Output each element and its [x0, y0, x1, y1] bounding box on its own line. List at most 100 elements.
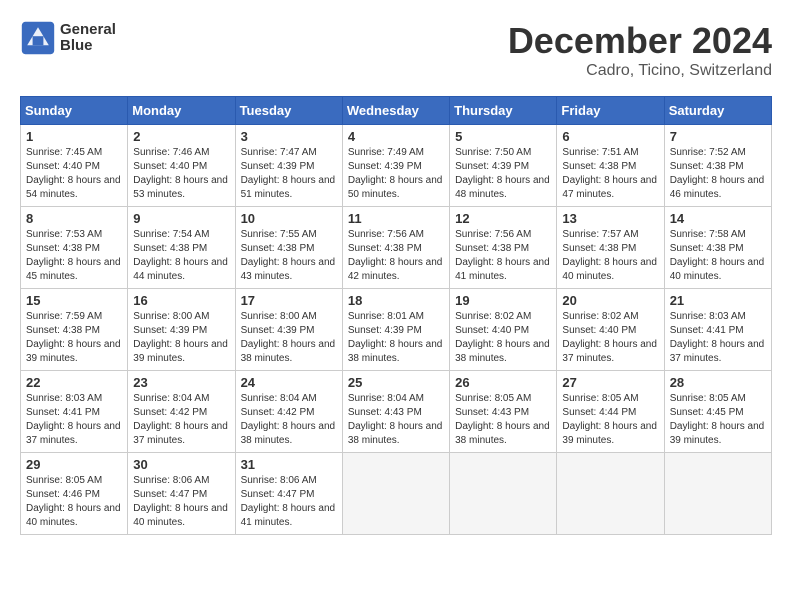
day-number: 15	[26, 293, 122, 308]
cell-info: Sunrise: 7:58 AMSunset: 4:38 PMDaylight:…	[670, 229, 765, 282]
calendar-cell: 16Sunrise: 8:00 AMSunset: 4:39 PMDayligh…	[128, 289, 235, 371]
calendar-cell: 14Sunrise: 7:58 AMSunset: 4:38 PMDayligh…	[664, 207, 771, 289]
day-number: 11	[348, 211, 444, 226]
calendar-cell: 24Sunrise: 8:04 AMSunset: 4:42 PMDayligh…	[235, 371, 342, 453]
day-number: 12	[455, 211, 551, 226]
cell-info: Sunrise: 8:04 AMSunset: 4:43 PMDaylight:…	[348, 393, 443, 446]
cell-info: Sunrise: 7:52 AMSunset: 4:38 PMDaylight:…	[670, 147, 765, 200]
day-number: 26	[455, 375, 551, 390]
cell-info: Sunrise: 7:47 AMSunset: 4:39 PMDaylight:…	[241, 147, 336, 200]
cell-info: Sunrise: 8:06 AMSunset: 4:47 PMDaylight:…	[241, 475, 336, 528]
calendar-cell: 12 Sunrise: 7:56 AMSunset: 4:38 PMDayligh…	[450, 207, 557, 289]
calendar-cell: 8 Sunrise: 7:53 AMSunset: 4:38 PMDaylight…	[21, 207, 128, 289]
day-number: 16	[133, 293, 229, 308]
title-block: December 2024 Cadro, Ticino, Switzerland	[508, 20, 772, 80]
day-number: 5	[455, 129, 551, 144]
calendar-cell: 11 Sunrise: 7:56 AMSunset: 4:38 PMDayligh…	[342, 207, 449, 289]
col-header-wednesday: Wednesday	[342, 97, 449, 125]
cell-info: Sunrise: 7:50 AMSunset: 4:39 PMDaylight:…	[455, 147, 550, 200]
calendar-cell: 10Sunrise: 7:55 AMSunset: 4:38 PMDayligh…	[235, 207, 342, 289]
cell-info: Sunrise: 8:05 AMSunset: 4:46 PMDaylight:…	[26, 475, 121, 528]
day-number: 7	[670, 129, 766, 144]
day-number: 13	[562, 211, 658, 226]
day-number: 20	[562, 293, 658, 308]
col-header-monday: Monday	[128, 97, 235, 125]
calendar-cell: 20 Sunrise: 8:02 AMSunset: 4:40 PMDayligh…	[557, 289, 664, 371]
cell-info: Sunrise: 8:01 AMSunset: 4:39 PMDaylight:…	[348, 311, 443, 364]
cell-info: Sunrise: 8:02 AMSunset: 4:40 PMDaylight:…	[455, 311, 550, 364]
cell-info: Sunrise: 8:03 AMSunset: 4:41 PMDaylight:…	[670, 311, 765, 364]
calendar-cell: 29 Sunrise: 8:05 AMSunset: 4:46 PMDayligh…	[21, 453, 128, 535]
calendar-cell: 1 Sunrise: 7:45 AMSunset: 4:40 PMDaylight…	[21, 125, 128, 207]
cell-info: Sunrise: 8:03 AMSunset: 4:41 PMDaylight:…	[26, 393, 121, 446]
day-number: 6	[562, 129, 658, 144]
cell-info: Sunrise: 8:06 AMSunset: 4:47 PMDaylight:…	[133, 475, 228, 528]
calendar-cell: 26 Sunrise: 8:05 AMSunset: 4:43 PMDayligh…	[450, 371, 557, 453]
calendar-cell	[664, 453, 771, 535]
calendar-cell: 30 Sunrise: 8:06 AMSunset: 4:47 PMDayligh…	[128, 453, 235, 535]
day-number: 23	[133, 375, 229, 390]
location-title: Cadro, Ticino, Switzerland	[508, 62, 772, 80]
day-number: 4	[348, 129, 444, 144]
cell-info: Sunrise: 7:49 AMSunset: 4:39 PMDaylight:…	[348, 147, 443, 200]
calendar-cell: 2 Sunrise: 7:46 AMSunset: 4:40 PMDaylight…	[128, 125, 235, 207]
col-header-thursday: Thursday	[450, 97, 557, 125]
calendar-cell: 13 Sunrise: 7:57 AMSunset: 4:38 PMDayligh…	[557, 207, 664, 289]
cell-info: Sunrise: 8:04 AMSunset: 4:42 PMDaylight:…	[241, 393, 336, 446]
calendar-cell: 31 Sunrise: 8:06 AMSunset: 4:47 PMDayligh…	[235, 453, 342, 535]
cell-info: Sunrise: 7:53 AMSunset: 4:38 PMDaylight:…	[26, 229, 121, 282]
calendar-cell: 23 Sunrise: 8:04 AMSunset: 4:42 PMDayligh…	[128, 371, 235, 453]
day-number: 10	[241, 211, 337, 226]
day-number: 29	[26, 457, 122, 472]
week-row-2: 8 Sunrise: 7:53 AMSunset: 4:38 PMDaylight…	[21, 207, 772, 289]
cell-info: Sunrise: 7:51 AMSunset: 4:38 PMDaylight:…	[562, 147, 657, 200]
calendar-cell: 25Sunrise: 8:04 AMSunset: 4:43 PMDayligh…	[342, 371, 449, 453]
col-header-friday: Friday	[557, 97, 664, 125]
day-number: 21	[670, 293, 766, 308]
col-header-tuesday: Tuesday	[235, 97, 342, 125]
calendar-cell: 19 Sunrise: 8:02 AMSunset: 4:40 PMDayligh…	[450, 289, 557, 371]
day-number: 17	[241, 293, 337, 308]
logo: General Blue	[20, 20, 116, 56]
calendar-cell: 15Sunrise: 7:59 AMSunset: 4:38 PMDayligh…	[21, 289, 128, 371]
day-number: 2	[133, 129, 229, 144]
cell-info: Sunrise: 7:56 AMSunset: 4:38 PMDaylight:…	[348, 229, 443, 282]
cell-info: Sunrise: 8:05 AMSunset: 4:43 PMDaylight:…	[455, 393, 550, 446]
header: General Blue December 2024 Cadro, Ticino…	[20, 20, 772, 80]
day-number: 1	[26, 129, 122, 144]
week-row-4: 22Sunrise: 8:03 AMSunset: 4:41 PMDayligh…	[21, 371, 772, 453]
day-number: 30	[133, 457, 229, 472]
calendar-table: SundayMondayTuesdayWednesdayThursdayFrid…	[20, 96, 772, 535]
cell-info: Sunrise: 7:56 AMSunset: 4:38 PMDaylight:…	[455, 229, 550, 282]
calendar-cell: 21 Sunrise: 8:03 AMSunset: 4:41 PMDayligh…	[664, 289, 771, 371]
day-number: 3	[241, 129, 337, 144]
day-number: 31	[241, 457, 337, 472]
cell-info: Sunrise: 8:04 AMSunset: 4:42 PMDaylight:…	[133, 393, 228, 446]
day-number: 19	[455, 293, 551, 308]
week-row-3: 15Sunrise: 7:59 AMSunset: 4:38 PMDayligh…	[21, 289, 772, 371]
week-row-1: 1 Sunrise: 7:45 AMSunset: 4:40 PMDaylight…	[21, 125, 772, 207]
day-number: 27	[562, 375, 658, 390]
cell-info: Sunrise: 7:45 AMSunset: 4:40 PMDaylight:…	[26, 147, 121, 200]
day-number: 18	[348, 293, 444, 308]
header-row: SundayMondayTuesdayWednesdayThursdayFrid…	[21, 97, 772, 125]
col-header-saturday: Saturday	[664, 97, 771, 125]
calendar-cell: 28Sunrise: 8:05 AMSunset: 4:45 PMDayligh…	[664, 371, 771, 453]
day-number: 8	[26, 211, 122, 226]
logo-line1: General	[60, 22, 116, 39]
day-number: 9	[133, 211, 229, 226]
calendar-cell: 5 Sunrise: 7:50 AMSunset: 4:39 PMDaylight…	[450, 125, 557, 207]
cell-info: Sunrise: 8:05 AMSunset: 4:44 PMDaylight:…	[562, 393, 657, 446]
calendar-cell: 22Sunrise: 8:03 AMSunset: 4:41 PMDayligh…	[21, 371, 128, 453]
cell-info: Sunrise: 8:02 AMSunset: 4:40 PMDaylight:…	[562, 311, 657, 364]
logo-line2: Blue	[60, 38, 116, 55]
cell-info: Sunrise: 7:57 AMSunset: 4:38 PMDaylight:…	[562, 229, 657, 282]
cell-info: Sunrise: 7:54 AMSunset: 4:38 PMDaylight:…	[133, 229, 228, 282]
week-row-5: 29 Sunrise: 8:05 AMSunset: 4:46 PMDayligh…	[21, 453, 772, 535]
cell-info: Sunrise: 8:00 AMSunset: 4:39 PMDaylight:…	[241, 311, 336, 364]
cell-info: Sunrise: 7:46 AMSunset: 4:40 PMDaylight:…	[133, 147, 228, 200]
calendar-cell	[450, 453, 557, 535]
calendar-cell	[557, 453, 664, 535]
calendar-cell: 18 Sunrise: 8:01 AMSunset: 4:39 PMDayligh…	[342, 289, 449, 371]
col-header-sunday: Sunday	[21, 97, 128, 125]
